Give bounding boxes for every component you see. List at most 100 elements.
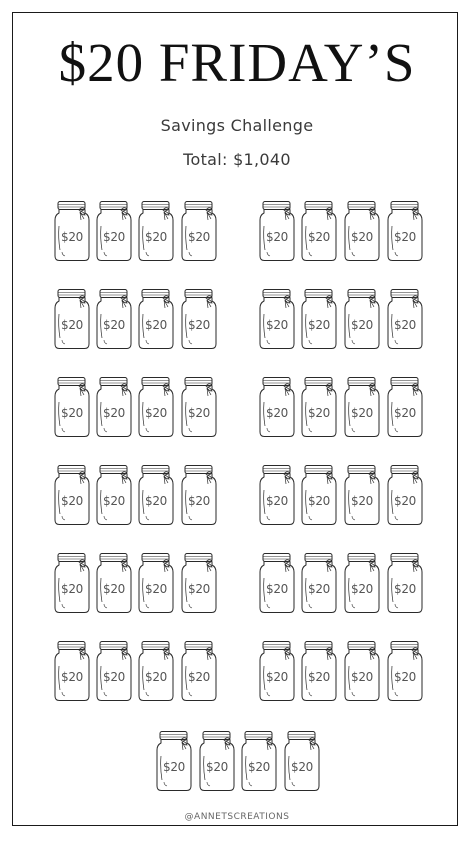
savings-jar-29: $20 bbox=[258, 464, 296, 526]
savings-jar-17: $20 bbox=[53, 376, 91, 438]
savings-jar-12: $20 bbox=[180, 288, 218, 350]
savings-jar-44: $20 bbox=[180, 640, 218, 702]
jar-amount-label: $20 bbox=[307, 230, 330, 244]
jar-amount-label: $20 bbox=[307, 670, 330, 684]
savings-jar-46: $20 bbox=[300, 640, 338, 702]
savings-jar-16: $20 bbox=[386, 288, 424, 350]
jar-amount-label: $20 bbox=[265, 406, 288, 420]
jar-amount-label: $20 bbox=[265, 494, 288, 508]
savings-jar-37: $20 bbox=[258, 552, 296, 614]
jar-amount-label: $20 bbox=[60, 230, 83, 244]
savings-jar-20: $20 bbox=[180, 376, 218, 438]
savings-jar-7: $20 bbox=[343, 200, 381, 262]
jar-amount-label: $20 bbox=[102, 406, 125, 420]
jar-amount-label: $20 bbox=[187, 582, 210, 596]
jar-amount-label: $20 bbox=[350, 318, 373, 332]
savings-jar-1: $20 bbox=[53, 200, 91, 262]
savings-jar-47: $20 bbox=[343, 640, 381, 702]
savings-jar-50: $20 bbox=[198, 730, 236, 792]
jar-amount-label: $20 bbox=[187, 318, 210, 332]
jar-amount-label: $20 bbox=[350, 670, 373, 684]
savings-jar-21: $20 bbox=[258, 376, 296, 438]
savings-jar-24: $20 bbox=[386, 376, 424, 438]
savings-jar-3: $20 bbox=[137, 200, 175, 262]
jar-amount-label: $20 bbox=[60, 670, 83, 684]
jar-amount-label: $20 bbox=[187, 494, 210, 508]
jar-amount-label: $20 bbox=[393, 670, 416, 684]
jar-amount-label: $20 bbox=[102, 494, 125, 508]
jar-amount-label: $20 bbox=[102, 230, 125, 244]
jar-amount-label: $20 bbox=[60, 494, 83, 508]
jar-amount-label: $20 bbox=[187, 230, 210, 244]
savings-jar-33: $20 bbox=[53, 552, 91, 614]
jar-amount-label: $20 bbox=[307, 582, 330, 596]
page-subtitle: Savings Challenge bbox=[160, 116, 314, 135]
savings-jar-13: $20 bbox=[258, 288, 296, 350]
page-title: $20 FRIDAY’S bbox=[58, 32, 416, 93]
jar-amount-label: $20 bbox=[102, 670, 125, 684]
jar-amount-label: $20 bbox=[144, 406, 167, 420]
savings-jar-27: $20 bbox=[137, 464, 175, 526]
savings-jar-31: $20 bbox=[343, 464, 381, 526]
savings-challenge-page: $20 FRIDAY’S Savings Challenge Total: $1… bbox=[0, 0, 474, 842]
savings-jar-4: $20 bbox=[180, 200, 218, 262]
jar-amount-label: $20 bbox=[350, 494, 373, 508]
jar-amount-label: $20 bbox=[265, 670, 288, 684]
jar-amount-label: $20 bbox=[102, 318, 125, 332]
jar-amount-label: $20 bbox=[144, 582, 167, 596]
jar-amount-label: $20 bbox=[187, 406, 210, 420]
jar-amount-label: $20 bbox=[60, 582, 83, 596]
savings-jar-34: $20 bbox=[95, 552, 133, 614]
savings-jar-28: $20 bbox=[180, 464, 218, 526]
jar-amount-label: $20 bbox=[205, 760, 228, 774]
savings-jar-42: $20 bbox=[95, 640, 133, 702]
jar-amount-label: $20 bbox=[393, 494, 416, 508]
savings-jar-18: $20 bbox=[95, 376, 133, 438]
jar-amount-label: $20 bbox=[144, 494, 167, 508]
savings-jar-8: $20 bbox=[386, 200, 424, 262]
savings-jar-10: $20 bbox=[95, 288, 133, 350]
jar-amount-label: $20 bbox=[102, 582, 125, 596]
total-amount: Total: $1,040 bbox=[183, 150, 291, 169]
savings-jar-22: $20 bbox=[300, 376, 338, 438]
jar-amount-label: $20 bbox=[265, 582, 288, 596]
savings-jar-49: $20 bbox=[155, 730, 193, 792]
savings-jar-48: $20 bbox=[386, 640, 424, 702]
savings-jar-32: $20 bbox=[386, 464, 424, 526]
jar-amount-label: $20 bbox=[393, 230, 416, 244]
savings-jar-9: $20 bbox=[53, 288, 91, 350]
jar-amount-label: $20 bbox=[350, 406, 373, 420]
savings-jar-11: $20 bbox=[137, 288, 175, 350]
savings-jar-5: $20 bbox=[258, 200, 296, 262]
jar-amount-label: $20 bbox=[187, 670, 210, 684]
savings-jar-25: $20 bbox=[53, 464, 91, 526]
savings-jar-19: $20 bbox=[137, 376, 175, 438]
jar-amount-label: $20 bbox=[393, 318, 416, 332]
jar-amount-label: $20 bbox=[307, 494, 330, 508]
jar-amount-label: $20 bbox=[162, 760, 185, 774]
jar-amount-label: $20 bbox=[290, 760, 313, 774]
savings-jar-23: $20 bbox=[343, 376, 381, 438]
jar-amount-label: $20 bbox=[247, 760, 270, 774]
savings-jar-36: $20 bbox=[180, 552, 218, 614]
jar-amount-label: $20 bbox=[265, 230, 288, 244]
jar-amount-label: $20 bbox=[307, 406, 330, 420]
savings-jar-14: $20 bbox=[300, 288, 338, 350]
savings-jar-15: $20 bbox=[343, 288, 381, 350]
savings-jar-41: $20 bbox=[53, 640, 91, 702]
jar-amount-label: $20 bbox=[60, 406, 83, 420]
jar-amount-label: $20 bbox=[350, 230, 373, 244]
jar-amount-label: $20 bbox=[393, 406, 416, 420]
savings-jar-30: $20 bbox=[300, 464, 338, 526]
savings-jar-51: $20 bbox=[240, 730, 278, 792]
savings-jar-45: $20 bbox=[258, 640, 296, 702]
jar-amount-label: $20 bbox=[60, 318, 83, 332]
savings-jar-35: $20 bbox=[137, 552, 175, 614]
jar-amount-label: $20 bbox=[393, 582, 416, 596]
savings-jar-2: $20 bbox=[95, 200, 133, 262]
jar-amount-label: $20 bbox=[307, 318, 330, 332]
jar-amount-label: $20 bbox=[265, 318, 288, 332]
savings-jar-6: $20 bbox=[300, 200, 338, 262]
savings-jar-43: $20 bbox=[137, 640, 175, 702]
savings-jar-39: $20 bbox=[343, 552, 381, 614]
